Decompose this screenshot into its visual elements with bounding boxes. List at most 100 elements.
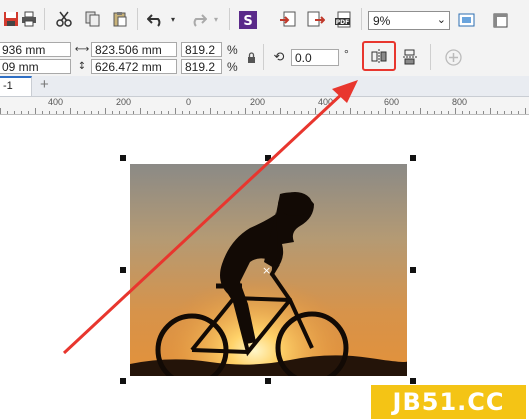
ruler-tick bbox=[42, 111, 43, 114]
ruler-label: 0 bbox=[186, 97, 192, 107]
export-pdf-icon[interactable]: PDF bbox=[333, 10, 353, 29]
ruler-tick bbox=[259, 111, 260, 114]
redo-icon[interactable] bbox=[188, 10, 208, 28]
ruler-tick bbox=[56, 111, 57, 114]
add-tab-button[interactable]: + bbox=[40, 76, 49, 93]
ruler-tick bbox=[315, 108, 316, 114]
ruler-tick bbox=[448, 111, 449, 114]
lock-ratio-icon[interactable] bbox=[245, 50, 257, 64]
scale-x-field[interactable]: 819.2 bbox=[181, 42, 222, 57]
ruler-tick bbox=[525, 108, 526, 114]
ruler-tick bbox=[161, 111, 162, 114]
ruler-tick bbox=[154, 111, 155, 114]
corel-connect-icon[interactable]: S bbox=[238, 10, 257, 29]
selection-handle[interactable] bbox=[410, 155, 416, 161]
ruler-tick bbox=[231, 111, 232, 114]
ruler-tick bbox=[483, 111, 484, 114]
copy-icon[interactable] bbox=[84, 10, 102, 28]
add-icon[interactable] bbox=[444, 48, 462, 66]
print-icon[interactable] bbox=[20, 10, 38, 28]
ruler-tick bbox=[217, 111, 218, 114]
zoom-level-select[interactable]: 9% ⌄ bbox=[368, 11, 450, 30]
snap-icon[interactable] bbox=[491, 11, 509, 29]
ruler-tick bbox=[14, 111, 15, 114]
ruler-tick bbox=[357, 111, 358, 114]
ruler-tick bbox=[420, 108, 421, 114]
ruler-tick bbox=[238, 111, 239, 114]
chevron-down-icon: ⌄ bbox=[436, 14, 446, 26]
ruler-tick bbox=[203, 111, 204, 114]
y-position-field[interactable]: 09 mm bbox=[0, 59, 71, 74]
mirror-horizontal-button[interactable] bbox=[362, 41, 396, 71]
toolbar-separator bbox=[430, 44, 431, 70]
ruler-label: 600 bbox=[384, 97, 400, 107]
ruler-tick bbox=[182, 111, 183, 114]
ruler-tick bbox=[301, 111, 302, 114]
full-screen-icon[interactable] bbox=[457, 11, 475, 29]
ruler-label: 200 bbox=[116, 97, 132, 107]
width-field[interactable]: 823.506 mm bbox=[91, 42, 177, 57]
ruler-tick bbox=[105, 108, 106, 114]
ruler-label: 200 bbox=[250, 97, 266, 107]
ruler-label: 800 bbox=[452, 97, 468, 107]
x-position-field[interactable]: 936 mm bbox=[0, 42, 71, 57]
document-tab[interactable]: -1 bbox=[0, 76, 32, 96]
rotate-icon: ⟲ bbox=[273, 49, 285, 65]
ruler-tick bbox=[392, 111, 393, 114]
ruler-tick bbox=[413, 111, 414, 114]
selection-handle[interactable] bbox=[410, 378, 416, 384]
ruler-tick bbox=[476, 111, 477, 114]
ruler-tick bbox=[196, 111, 197, 114]
toolbar-separator bbox=[137, 8, 138, 30]
ruler-tick bbox=[224, 111, 225, 114]
ruler-tick bbox=[126, 111, 127, 114]
height-field[interactable]: 626.472 mm bbox=[91, 59, 177, 74]
toolbar-separator bbox=[229, 8, 230, 30]
selection-handle[interactable] bbox=[265, 378, 271, 384]
ruler-tick bbox=[378, 111, 379, 114]
ruler-tick bbox=[119, 111, 120, 114]
ruler-tick bbox=[371, 111, 372, 114]
ruler-tick bbox=[336, 111, 337, 114]
document-tab-bar: -1 + bbox=[0, 76, 529, 97]
ruler-tick bbox=[406, 111, 407, 114]
export-icon[interactable] bbox=[306, 10, 325, 29]
percent-label: % bbox=[227, 60, 238, 74]
ruler-tick bbox=[140, 108, 141, 114]
import-icon[interactable] bbox=[278, 10, 297, 29]
selection-handle[interactable] bbox=[410, 267, 416, 273]
undo-icon[interactable] bbox=[146, 10, 166, 28]
height-icon: ↕ bbox=[77, 60, 87, 72]
ruler-tick bbox=[434, 111, 435, 114]
ruler-tick bbox=[245, 108, 246, 114]
toolbar-separator bbox=[361, 8, 362, 30]
ruler-tick bbox=[252, 111, 253, 114]
selection-handle[interactable] bbox=[120, 155, 126, 161]
undo-dropdown-icon[interactable]: ▾ bbox=[168, 14, 178, 24]
selection-handle[interactable] bbox=[120, 378, 126, 384]
selection-handle[interactable] bbox=[120, 267, 126, 273]
ruler-tick bbox=[497, 111, 498, 114]
selection-handle[interactable] bbox=[265, 155, 271, 161]
ruler-tick bbox=[0, 108, 1, 114]
ruler-tick bbox=[511, 111, 512, 114]
ruler-tick bbox=[294, 111, 295, 114]
watermark-logo: JB51.CC bbox=[371, 385, 526, 419]
ruler-tick bbox=[455, 108, 456, 114]
mirror-vertical-icon[interactable] bbox=[401, 48, 419, 66]
ruler-tick bbox=[329, 111, 330, 114]
property-bar: 936 mm 09 mm ⟷ ↕ 823.506 mm 626.472 mm 8… bbox=[0, 38, 529, 77]
ruler-tick bbox=[343, 111, 344, 114]
ruler-tick bbox=[273, 111, 274, 114]
rotation-field[interactable]: 0.0 bbox=[291, 49, 339, 66]
paste-icon[interactable] bbox=[111, 10, 129, 28]
ruler-tick bbox=[322, 111, 323, 114]
scale-y-field[interactable]: 819.2 bbox=[181, 59, 222, 74]
ruler-tick bbox=[490, 108, 491, 114]
cut-icon[interactable] bbox=[55, 10, 73, 28]
save-icon[interactable] bbox=[2, 10, 20, 28]
zoom-level-value: 9% bbox=[373, 14, 391, 28]
ruler-tick bbox=[7, 111, 8, 114]
redo-dropdown-icon[interactable]: ▾ bbox=[211, 14, 221, 24]
ruler-tick bbox=[98, 111, 99, 114]
